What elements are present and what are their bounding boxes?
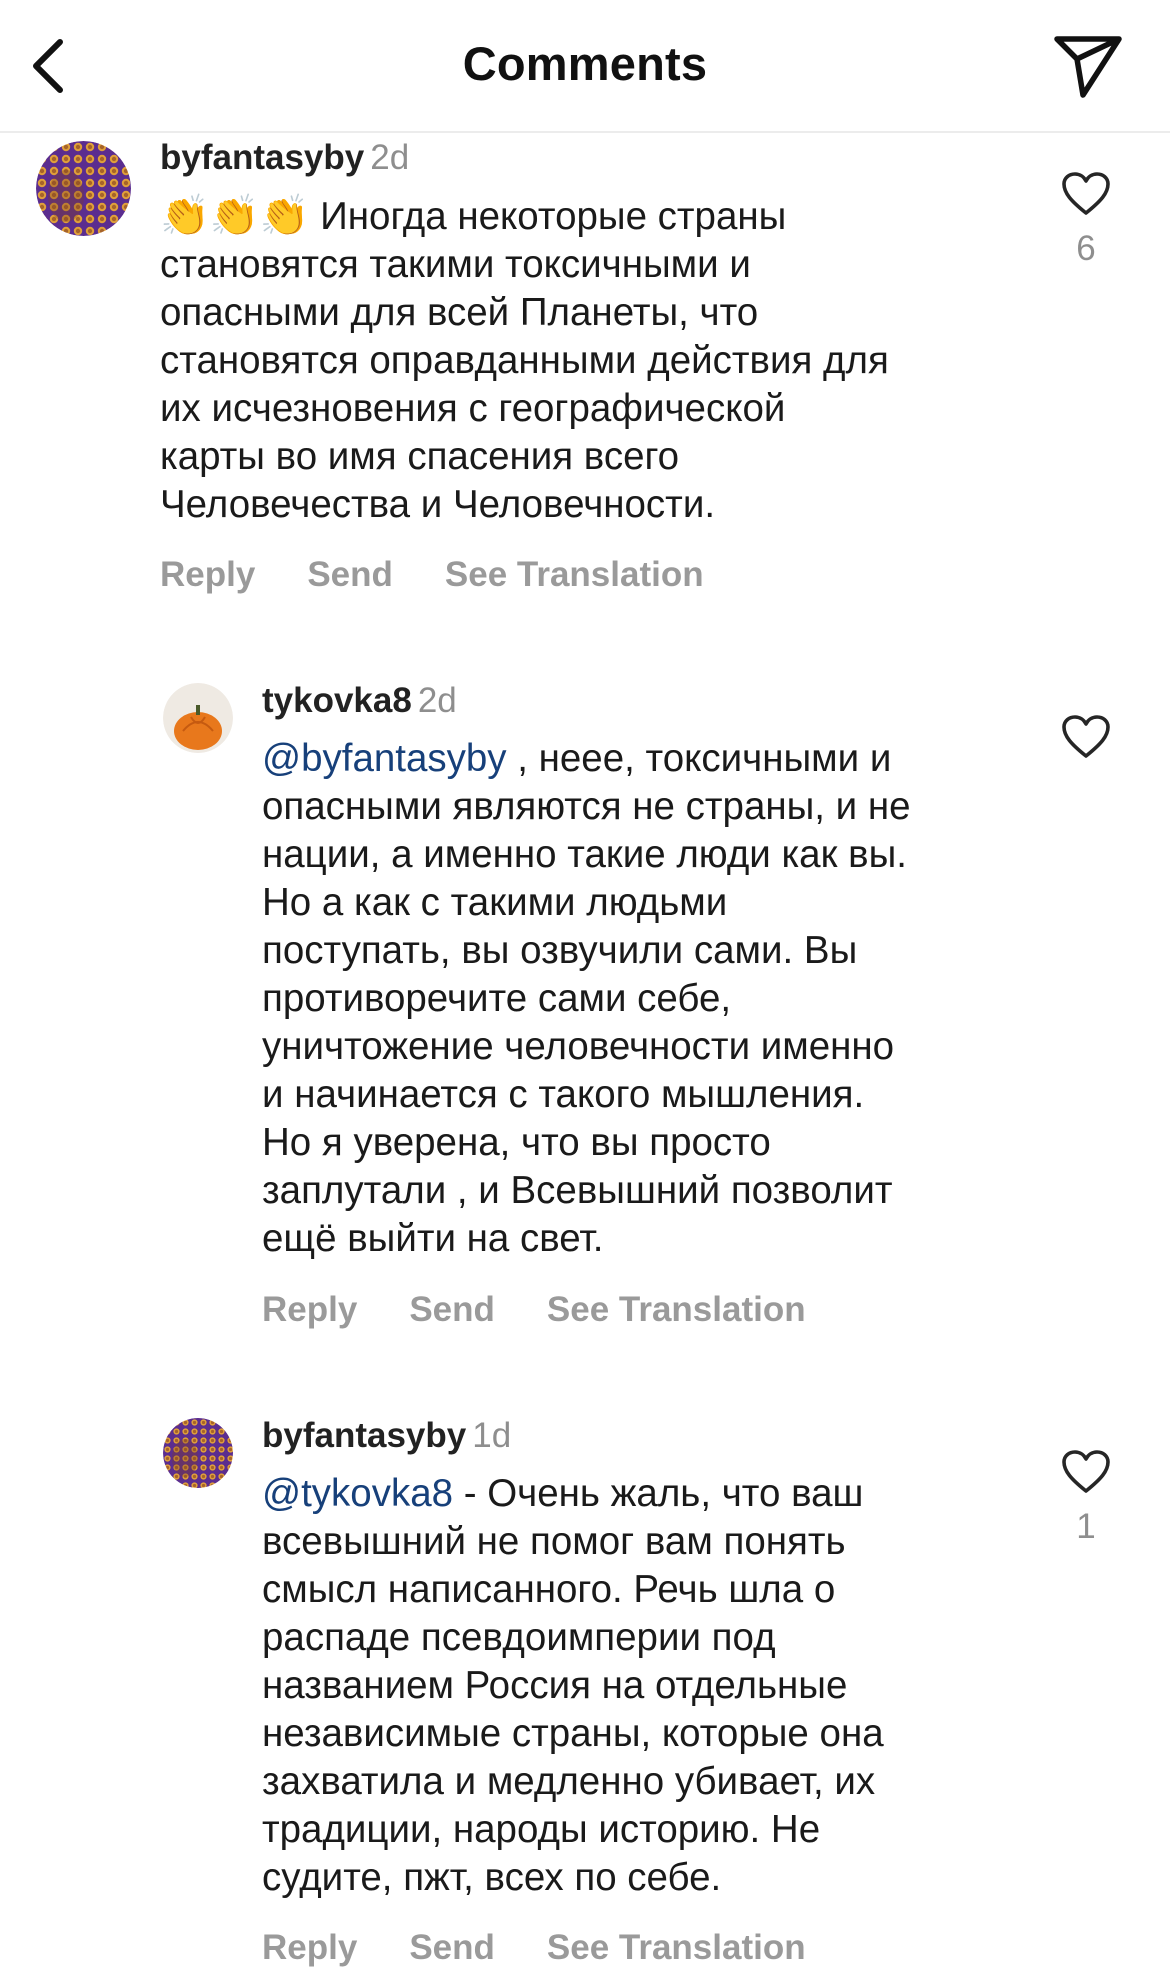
paper-plane-icon xyxy=(1054,36,1122,98)
timestamp: 1d xyxy=(472,1416,512,1455)
avatar[interactable] xyxy=(36,141,131,236)
send-button[interactable]: Send xyxy=(409,1928,495,1968)
comment-actions: Reply Send See Translation xyxy=(262,1928,806,1968)
reply-button[interactable]: Reply xyxy=(262,1928,357,1968)
username-row: tykovka8 2d xyxy=(262,681,457,721)
see-translation-button[interactable]: See Translation xyxy=(547,1290,806,1330)
heart-icon xyxy=(1062,715,1110,758)
send-button[interactable]: Send xyxy=(409,1290,495,1330)
send-button[interactable]: Send xyxy=(307,555,393,595)
see-translation-button[interactable]: See Translation xyxy=(547,1928,806,1968)
see-translation-button[interactable]: See Translation xyxy=(445,555,704,595)
comment-body: , неее, токсичными и опасными являются н… xyxy=(262,737,911,1260)
comment-actions: Reply Send See Translation xyxy=(160,555,704,595)
heart-icon xyxy=(1062,172,1110,215)
username[interactable]: byfantasyby xyxy=(160,138,364,177)
avatar[interactable] xyxy=(163,683,233,753)
clapping-hands-emoji: 👏👏👏 xyxy=(160,193,310,239)
timestamp: 2d xyxy=(370,138,410,177)
avatar[interactable] xyxy=(163,1418,233,1488)
comment-text: @tykovka8 - Очень жаль, что ваш всевышни… xyxy=(262,1470,1042,1902)
like-button[interactable]: 1 xyxy=(1056,1449,1116,1547)
username-row: byfantasyby 2d xyxy=(160,138,409,178)
username[interactable]: tykovka8 xyxy=(262,681,412,720)
username[interactable]: byfantasyby xyxy=(262,1416,466,1455)
comment-text: 👏👏👏 Иногда некоторые страны становятся т… xyxy=(160,192,1020,529)
like-button[interactable]: 6 xyxy=(1056,171,1116,269)
like-button[interactable] xyxy=(1056,714,1116,772)
comment-body: - Очень жаль, что ваш всевышний не помог… xyxy=(262,1472,884,1899)
username-row: byfantasyby 1d xyxy=(262,1416,511,1456)
page-title: Comments xyxy=(462,37,708,90)
heart-icon xyxy=(1062,1450,1110,1493)
like-count: 6 xyxy=(1076,229,1096,268)
comment-actions: Reply Send See Translation xyxy=(262,1290,806,1330)
reply-button[interactable]: Reply xyxy=(160,555,255,595)
share-button[interactable] xyxy=(1050,28,1126,104)
mention-link[interactable]: @byfantasyby xyxy=(262,737,507,780)
comment-text: @byfantasyby , неее, токсичными и опасны… xyxy=(262,735,1042,1263)
mention-link[interactable]: @tykovka8 xyxy=(262,1472,453,1515)
comment-body: Иногда некоторые страны становятся таким… xyxy=(160,195,889,526)
like-count: 1 xyxy=(1076,1507,1096,1546)
header-bar: Comments xyxy=(0,0,1170,133)
reply-button[interactable]: Reply xyxy=(262,1290,357,1330)
timestamp: 2d xyxy=(417,681,457,720)
